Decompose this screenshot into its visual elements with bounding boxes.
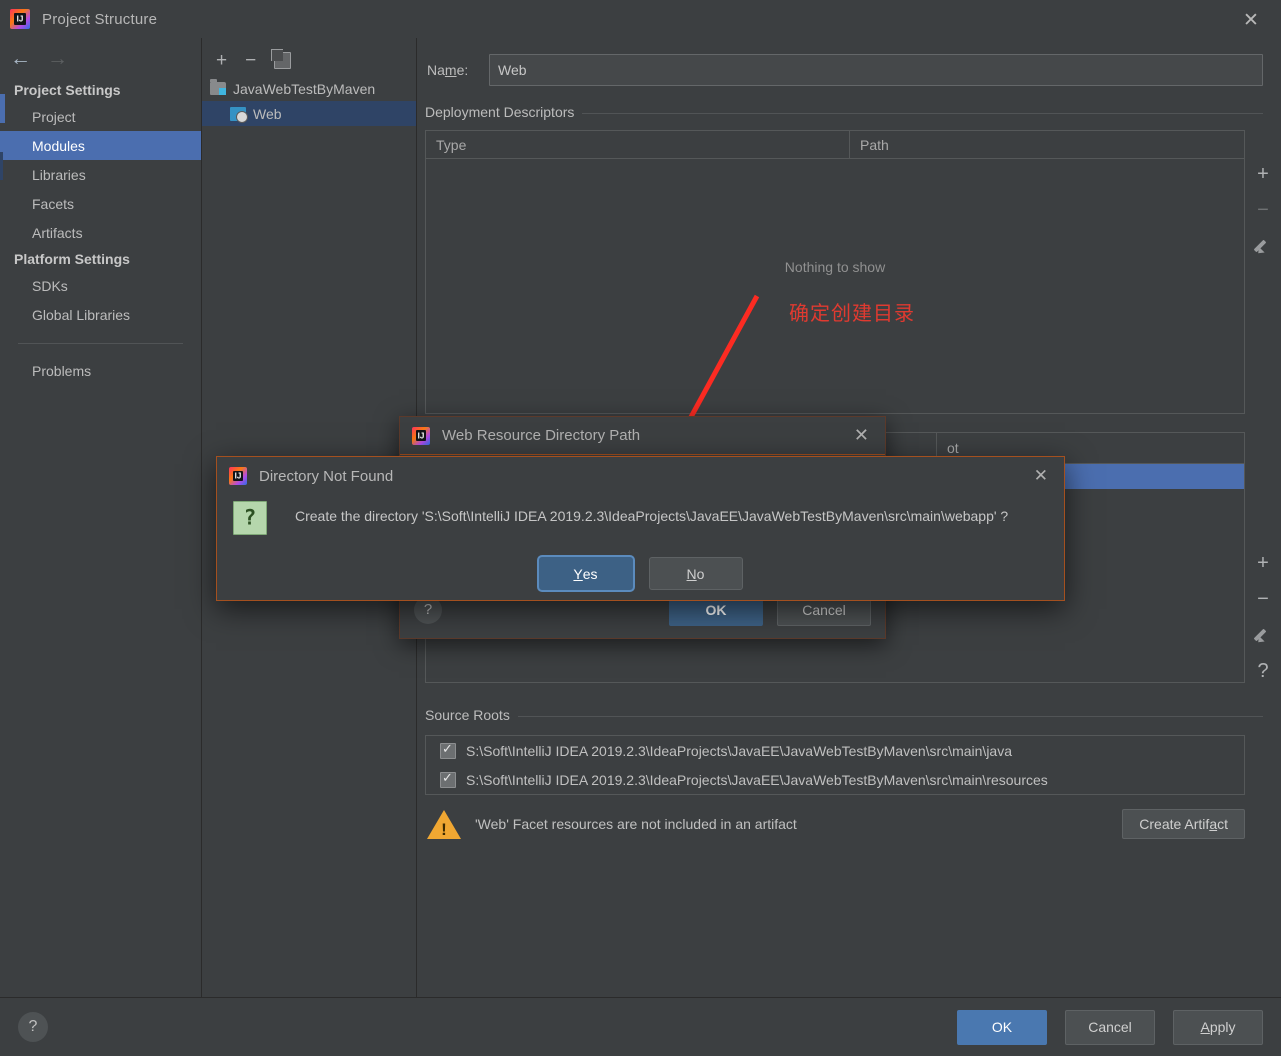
source-roots-title: Source Roots [425,707,1263,725]
table-body[interactable]: Nothing to show [426,159,1244,413]
settings-sidebar: ← → Project Settings Project Modules Lib… [0,38,202,998]
sidebar-item-label: Problems [32,362,92,379]
ok-button[interactable]: OK [957,1009,1047,1045]
tree-item-javawebtestbymaven[interactable]: JavaWebTestByMaven [202,76,416,101]
sidebar-item-label: SDKs [32,277,68,294]
dialog-buttons: Yes No [217,557,1064,590]
name-row: Name: [417,38,1281,86]
artifact-warning-row: 'Web' Facet resources are not included i… [427,809,1245,839]
column-header-path: Path [860,136,889,153]
source-root-path: S:\Soft\IntelliJ IDEA 2019.2.3\IdeaProje… [466,742,1013,759]
name-label: Name: [427,62,469,78]
sidebar-item-libraries[interactable]: Libraries [0,160,201,189]
sidebar-item-label: Modules [32,137,85,154]
tree-item-label: Web [253,105,282,122]
dialog-bottom-bar: ? OK Cancel Apply [0,997,1281,1056]
apply-button[interactable]: Apply [1173,1009,1263,1045]
pencil-icon [1255,238,1271,254]
tree-item-label: JavaWebTestByMaven [233,80,376,97]
directory-not-found-dialog: Directory Not Found ✕ Create the directo… [216,456,1065,601]
dialog-title: Directory Not Found [259,467,394,485]
create-artifact-button[interactable]: Create Artifact [1122,809,1245,839]
sidebar-group-project-settings: Project Settings [14,82,121,98]
table-header: Type Path [426,131,1244,159]
intellij-logo-icon [412,426,430,445]
add-descriptor-button[interactable]: + [1245,156,1281,192]
project-structure-window: Project Structure ✕ ← → Project Settings… [0,0,1281,1056]
copy-icon[interactable] [271,48,292,69]
remove-module-button[interactable]: − [245,51,256,70]
sidebar-item-label: Libraries [32,166,86,183]
sidebar-edge-fragment [0,152,3,180]
sidebar-item-label: Project [32,108,76,125]
tree-item-web[interactable]: Web [202,101,416,126]
help-web-resource-button[interactable]: ? [1245,653,1281,689]
source-roots-list: S:\Soft\IntelliJ IDEA 2019.2.3\IdeaProje… [425,735,1245,795]
source-root-path: S:\Soft\IntelliJ IDEA 2019.2.3\IdeaProje… [466,771,1048,788]
remove-web-resource-button[interactable]: − [1245,581,1281,617]
warning-text: 'Web' Facet resources are not included i… [475,816,797,832]
module-toolbar: + − [202,38,416,76]
intellij-logo-icon [229,467,247,485]
window-title: Project Structure [42,10,158,28]
checkbox[interactable] [440,741,456,759]
dialog-message: Create the directory 'S:\Soft\IntelliJ I… [295,508,1009,524]
help-icon[interactable]: ? [18,1012,48,1042]
sidebar-item-problems[interactable]: Problems [0,356,201,385]
sidebar-item-artifacts[interactable]: Artifacts [0,218,201,247]
sidebar-item-project[interactable]: Project [0,102,201,131]
empty-state-text: Nothing to show [784,259,886,275]
close-icon[interactable]: ✕ [1239,8,1263,32]
dialog-message-row: Create the directory 'S:\Soft\IntelliJ I… [217,495,1064,535]
question-mark-icon [233,501,267,535]
close-icon[interactable]: ✕ [854,425,869,446]
intellij-logo-icon [10,9,30,29]
sidebar-item-global-libraries[interactable]: Global Libraries [0,300,201,329]
checkbox[interactable] [440,770,456,788]
remove-descriptor-button[interactable]: − [1245,192,1281,228]
deployment-descriptors-title: Deployment Descriptors [425,104,1263,122]
sidebar-item-facets[interactable]: Facets [0,189,201,218]
no-button[interactable]: No [648,557,743,590]
forward-icon[interactable]: → [47,48,68,69]
sidebar-divider [18,343,183,344]
add-module-button[interactable]: + [216,51,227,70]
cancel-button[interactable]: Cancel [1065,1009,1155,1045]
edit-web-resource-button[interactable] [1245,617,1281,653]
edit-descriptor-button[interactable] [1245,228,1281,264]
sidebar-item-label: Artifacts [32,224,83,241]
column-header-type: Type [426,131,850,158]
deployment-descriptors-tools: + − [1245,156,1281,264]
close-icon[interactable]: ✕ [1034,466,1048,486]
back-icon[interactable]: ← [10,48,31,69]
sidebar-item-label: Global Libraries [32,306,131,323]
sidebar-nav: ← → [0,38,201,78]
dialog-titlebar: Directory Not Found ✕ [217,457,1064,495]
sidebar-group-platform-settings: Platform Settings [14,251,130,267]
sidebar-item-label: Facets [32,195,75,212]
yes-button[interactable]: Yes [538,557,633,590]
name-input[interactable] [489,54,1263,86]
window-titlebar: Project Structure ✕ [0,0,1281,38]
pencil-icon [1255,627,1271,643]
module-icon [210,79,226,95]
list-item[interactable]: S:\Soft\IntelliJ IDEA 2019.2.3\IdeaProje… [426,736,1244,765]
deployment-descriptors-table: Type Path Nothing to show [425,130,1245,414]
sidebar-item-modules[interactable]: Modules [0,131,201,160]
web-resource-directories-tools: + − ? [1245,545,1281,689]
sidebar-item-sdks[interactable]: SDKs [0,271,201,300]
warning-triangle-icon [427,809,461,839]
dialog-titlebar: Web Resource Directory Path ✕ [400,417,885,455]
list-item[interactable]: S:\Soft\IntelliJ IDEA 2019.2.3\IdeaProje… [426,765,1244,794]
sidebar-selection-edge [0,94,5,123]
web-facet-icon [230,106,248,123]
add-web-resource-button[interactable]: + [1245,545,1281,581]
dialog-title: Web Resource Directory Path [442,427,641,444]
